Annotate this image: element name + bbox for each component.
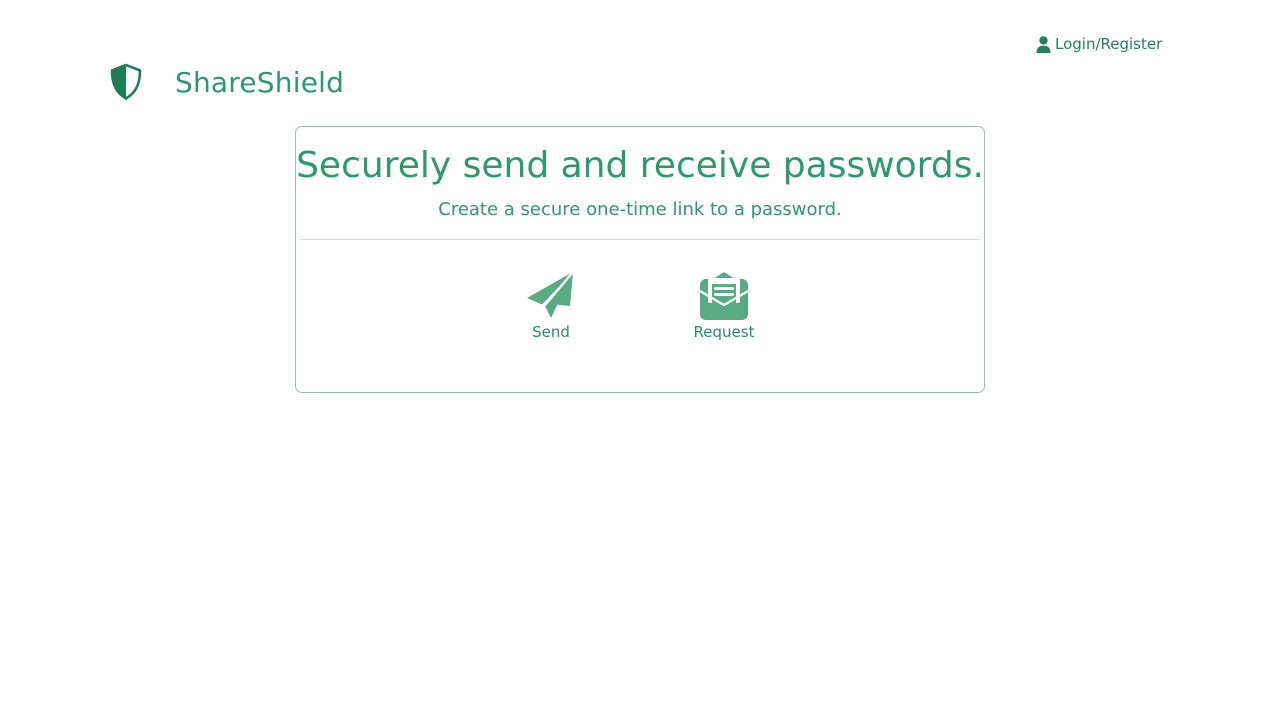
- card-subtitle: Create a secure one-time link to a passw…: [438, 199, 842, 220]
- card-title: Securely send and receive passwords.: [296, 145, 984, 186]
- login-register-label: Login/Register: [1055, 35, 1163, 53]
- send-button[interactable]: Send: [516, 271, 586, 341]
- request-button[interactable]: Request: [686, 271, 762, 341]
- brand[interactable]: ShareShield: [108, 62, 344, 102]
- divider: [300, 239, 980, 240]
- page: Login/Register ShareShield Securely send…: [0, 0, 1280, 720]
- login-register-link[interactable]: Login/Register: [1036, 33, 1162, 55]
- request-label: Request: [693, 323, 755, 341]
- paper-plane-icon: [525, 271, 577, 321]
- shield-icon: [108, 62, 144, 102]
- brand-name: ShareShield: [175, 65, 345, 99]
- main-card: Securely send and receive passwords. Cre…: [295, 126, 985, 393]
- user-icon: [1036, 35, 1051, 53]
- open-envelope-icon: [698, 271, 750, 321]
- send-label: Send: [532, 323, 570, 341]
